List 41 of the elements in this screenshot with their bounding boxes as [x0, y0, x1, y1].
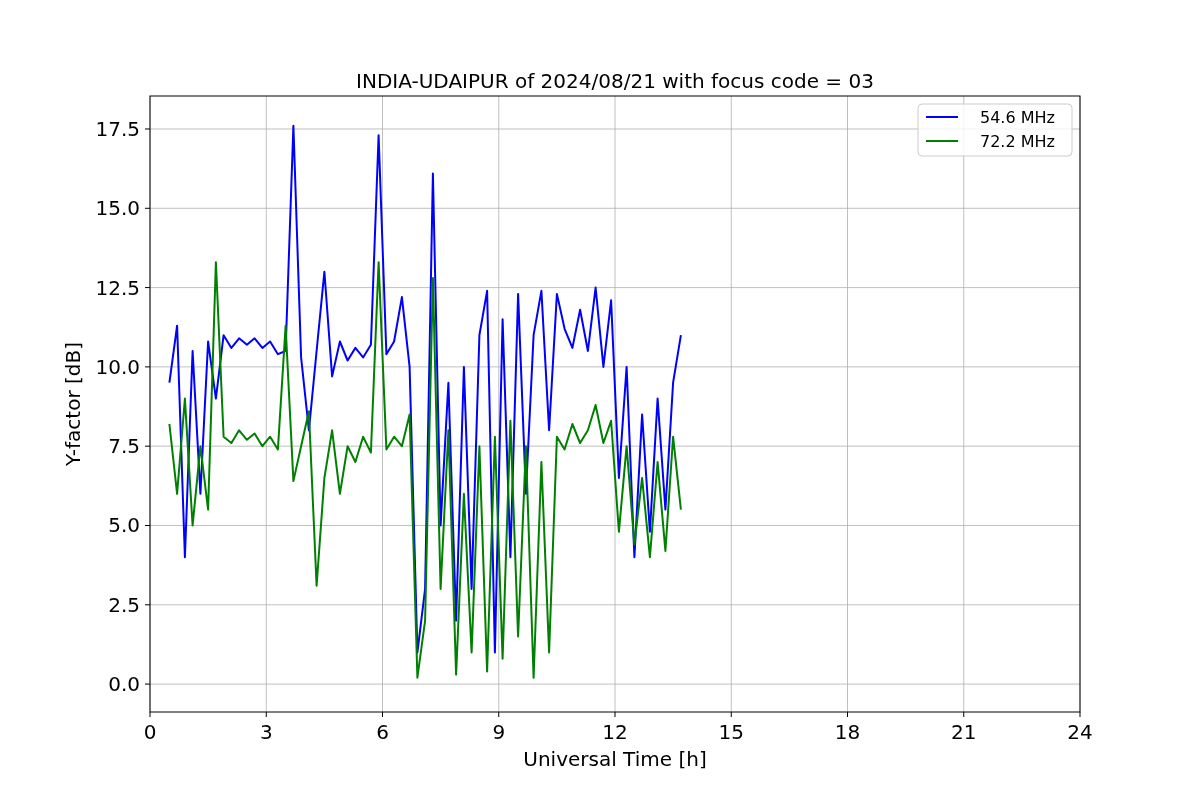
tick-mark: [382, 711, 383, 718]
tick-mark: [963, 711, 965, 718]
chart-title: INDIA-UDAIPUR of 2024/08/21 with focus code = 03: [356, 69, 874, 93]
y-tick-label: 5.0: [108, 513, 140, 538]
y-tick-label: 10.0: [95, 354, 140, 379]
y-tick-label: 0.0: [108, 672, 140, 697]
tick-mark: [144, 287, 151, 289]
y-tick-label: 7.5: [108, 434, 140, 459]
tick-mark: [149, 711, 151, 718]
legend-label: 72.2 MHz: [980, 132, 1055, 151]
tick-mark: [498, 711, 500, 718]
x-tick-label: 24: [1067, 720, 1093, 744]
x-tick-label: 21: [951, 720, 977, 744]
x-tick-label: 15: [718, 720, 744, 744]
x-tick-label: 18: [834, 720, 861, 744]
x-tick-label: 0: [143, 720, 157, 744]
tick-mark: [265, 711, 267, 718]
x-tick-label: 3: [259, 720, 273, 744]
tick-mark: [730, 711, 732, 718]
tick-mark: [144, 207, 151, 209]
x-tick-label: 9: [492, 720, 506, 744]
y-tick-label: 15.0: [95, 196, 140, 221]
legend-label: 54.6 MHz: [980, 108, 1055, 127]
legend-line-icon: [925, 116, 959, 118]
y-axis-label: Y-factor [dB]: [61, 342, 85, 466]
y-tick-label: 2.5: [108, 592, 140, 617]
tick-mark: [144, 604, 151, 606]
y-tick-label: 17.5: [95, 117, 140, 141]
y-tick-label: 12.5: [95, 275, 140, 300]
tick-mark: [144, 525, 151, 526]
tick-mark: [614, 711, 616, 718]
x-tick-label: 6: [376, 720, 389, 744]
tick-mark: [144, 445, 151, 447]
tick-mark: [144, 683, 151, 685]
tick-mark: [847, 711, 848, 718]
x-tick-label: 12: [602, 720, 628, 744]
x-axis-label: Universal Time [h]: [523, 747, 707, 771]
tick-mark: [1079, 711, 1081, 718]
legend-line-icon: [925, 140, 959, 142]
tick-mark: [144, 128, 151, 130]
tick-mark: [144, 366, 151, 368]
